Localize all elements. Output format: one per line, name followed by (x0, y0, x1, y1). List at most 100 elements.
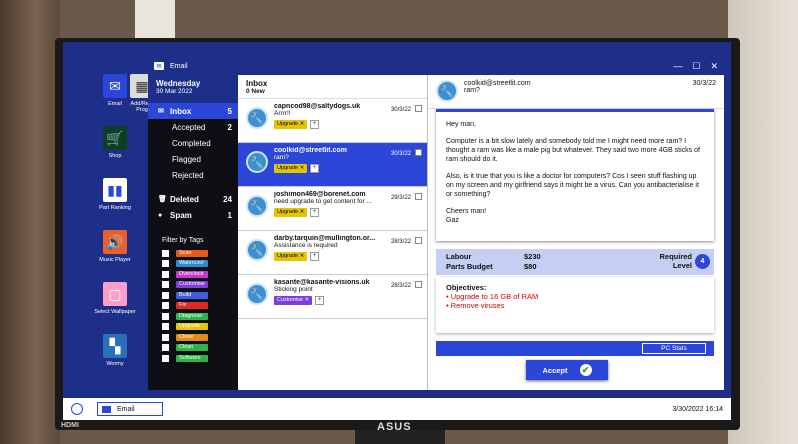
checkbox[interactable] (162, 302, 169, 310)
desktop-icon-part-ranking[interactable]: ▮▮ Part Ranking (88, 178, 142, 211)
accept-button[interactable]: Accept ✔ (526, 360, 608, 380)
tag-pill: Clean (176, 344, 208, 352)
folder-deleted[interactable]: 🗑 Deleted 24 (148, 191, 238, 207)
tag-pill: Fix (176, 302, 208, 310)
folder-label: Spam (170, 210, 192, 220)
folder-count: 1 (227, 210, 232, 220)
checkbox[interactable] (162, 260, 169, 268)
mail-checkbox[interactable] (415, 193, 422, 200)
tag-filter-watercool[interactable]: Watercool (148, 259, 238, 270)
add-tag-button[interactable]: + (310, 252, 320, 261)
checkbox[interactable] (162, 333, 169, 341)
mail-tag[interactable]: Upgrade ✕ (274, 164, 308, 173)
tag-filter-diagnose[interactable]: Diagnose (148, 311, 238, 322)
add-tag-button[interactable]: + (310, 120, 320, 129)
tag-filter-software[interactable]: Software (148, 353, 238, 364)
checkbox[interactable] (162, 291, 169, 299)
add-tag-button[interactable]: + (310, 164, 320, 173)
mail-checkbox[interactable] (415, 149, 422, 156)
minimize-icon[interactable]: — (673, 61, 682, 72)
wrench-icon: 🔧 (246, 107, 268, 129)
window-titlebar: ✉ Email — ☐ ✕ (148, 57, 724, 75)
tag-filter-scan[interactable]: Scan (148, 248, 238, 259)
desktop-icon-music-player[interactable]: 🔊 Music Player (88, 230, 142, 263)
remove-tag-icon[interactable]: ✕ (300, 121, 305, 127)
mail-item[interactable]: 🔧 joshimon469@borenet.com need upgrade to … (238, 187, 427, 231)
add-tag-button[interactable]: + (310, 208, 320, 217)
message-greeting: Hey man, (446, 121, 476, 128)
remove-tag-icon[interactable]: ✕ (300, 209, 305, 215)
folder-flagged[interactable]: Flagged (148, 151, 238, 167)
mail-checkbox[interactable] (415, 281, 422, 288)
folder-accepted[interactable]: Accepted 2 (148, 119, 238, 135)
mail-date: 28/3/22 (390, 283, 411, 289)
remove-tag-icon[interactable]: ✕ (305, 297, 310, 303)
tag-pill: Software (176, 354, 208, 362)
reader-header: 🔧 coolkid@streetlit.com ram? 30/3/22 (428, 75, 724, 109)
tag-filter-clean[interactable]: Clean (148, 343, 238, 354)
start-button[interactable] (71, 403, 83, 415)
hdmi-label: HDMI (61, 422, 79, 429)
desktop-icon-shop[interactable]: 🛒 Shop (88, 126, 142, 159)
desktop-icon-wormy[interactable]: ▚ Wormy (88, 334, 142, 367)
cart-icon: 🛒 (103, 126, 127, 150)
folder-spam[interactable]: ● Spam 1 (148, 207, 238, 223)
checkbox[interactable] (162, 270, 169, 278)
checkbox[interactable] (162, 312, 169, 320)
date-label: 30 Mar 2022 (156, 88, 193, 95)
checkbox[interactable] (162, 354, 169, 362)
tag-pill: Scan (176, 249, 208, 257)
envelope-icon (102, 405, 111, 413)
mail-item[interactable]: 🔧 coolkid@streetlit.com ram? Upgrade ✕ +30/3… (238, 143, 427, 187)
close-icon[interactable]: ✕ (710, 61, 718, 72)
mail-tag[interactable]: Customise ✕ (274, 296, 313, 305)
checkbox[interactable] (162, 344, 169, 352)
mail-date: 30/3/22 (390, 107, 411, 113)
tag-filter-upgrade[interactable]: Upgrade (148, 322, 238, 333)
desktop-icon-select-wallpaper[interactable]: ▢ Select Wallpaper (88, 282, 142, 315)
mail-item[interactable]: 🔧 kasante@kasante-visions.uk Sticking poin… (238, 275, 427, 319)
tag-filter-overclock[interactable]: Overclock (148, 269, 238, 280)
checkbox[interactable] (162, 249, 169, 257)
mail-checkbox[interactable] (415, 105, 422, 112)
required-level-label: Required Level (659, 252, 692, 270)
message-signoff: Cheers man! (446, 208, 487, 215)
remove-tag-icon[interactable]: ✕ (300, 165, 305, 171)
add-tag-button[interactable]: + (315, 296, 325, 305)
folder-label: Rejected (172, 170, 204, 180)
folder-label: Inbox (170, 106, 192, 116)
mail-item[interactable]: 🔧 capncod98@saltydogs.uk Arrrr!! Upgrade ✕ +… (238, 99, 427, 143)
desktop-icon-label: Wormy (106, 361, 124, 367)
tag-filter-build[interactable]: Build (148, 290, 238, 301)
checkbox[interactable] (162, 281, 169, 289)
remove-tag-icon[interactable]: ✕ (300, 253, 305, 259)
checkbox[interactable] (162, 323, 169, 331)
folder-completed[interactable]: Completed (148, 135, 238, 151)
mail-date: 29/3/22 (390, 195, 411, 201)
folder-label: Accepted (172, 122, 206, 132)
wrench-icon: 🔧 (246, 151, 268, 173)
desktop-icon-label: Part Ranking (99, 205, 131, 211)
folder-rejected[interactable]: Rejected (148, 167, 238, 183)
tag-filter-customise[interactable]: Customise (148, 280, 238, 291)
pc-stats-button[interactable]: PC Stats (642, 343, 706, 354)
wrench-icon: 🔧 (246, 283, 268, 305)
day-label: Wednesday (156, 79, 201, 88)
labour-value: $230 (524, 252, 541, 261)
mail-tag[interactable]: Upgrade ✕ (274, 252, 308, 261)
room-wall-left (0, 0, 60, 444)
mail-tag-label: Upgrade (277, 165, 299, 171)
mail-checkbox[interactable] (415, 237, 422, 244)
mail-tag[interactable]: Upgrade ✕ (274, 208, 308, 217)
bar-chart-icon: ▮▮ (103, 178, 127, 202)
folder-inbox[interactable]: ✉ Inbox 5 (148, 103, 238, 119)
tag-filter-fix[interactable]: Fix (148, 301, 238, 312)
mail-item[interactable]: 🔧 darby.tarquin@mullington.or... Assistanc… (238, 231, 427, 275)
checkmark-icon: ✔ (579, 364, 592, 376)
taskbar-app-label: Email (117, 405, 135, 413)
wrench-icon: 🔧 (246, 195, 268, 217)
taskbar-email[interactable]: Email (97, 402, 163, 416)
maximize-icon[interactable]: ☐ (692, 61, 700, 72)
tag-filter-clone[interactable]: Clone (148, 332, 238, 343)
mail-tag[interactable]: Upgrade ✕ (274, 120, 308, 129)
